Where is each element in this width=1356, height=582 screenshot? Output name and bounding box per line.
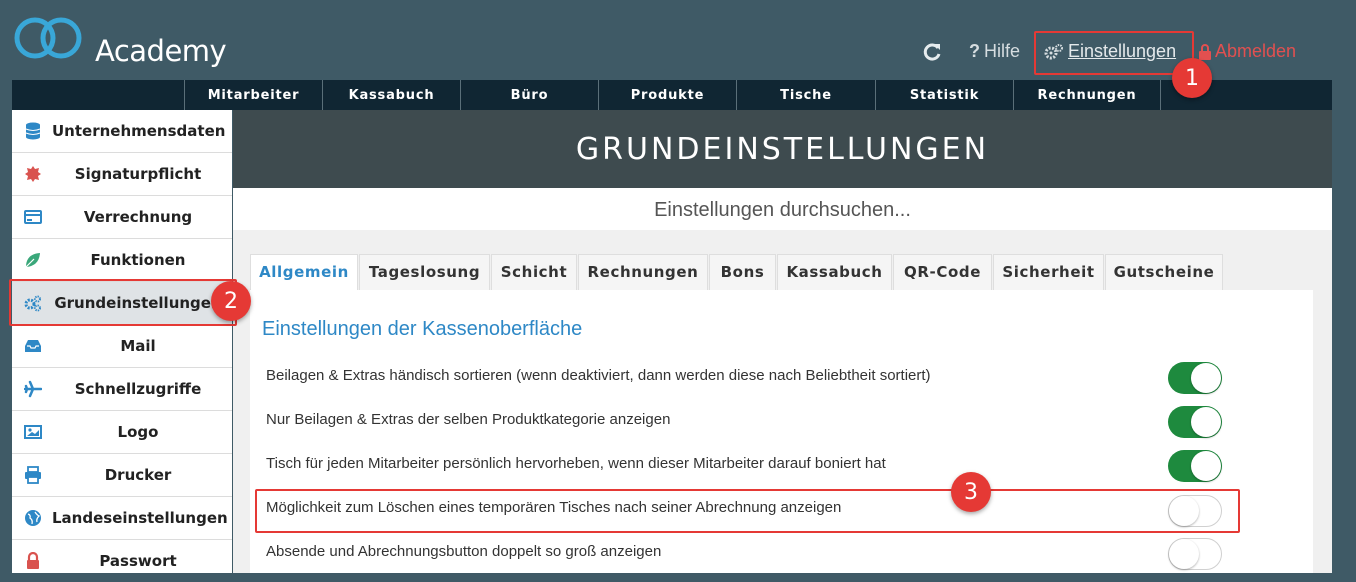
sidebar-item-label: Signaturpflicht bbox=[74, 165, 202, 183]
tab-rechnungen[interactable]: Rechnungen bbox=[578, 254, 708, 290]
setting-toggle[interactable] bbox=[1168, 362, 1222, 394]
sidebar-item-signaturpflicht[interactable]: Signaturpflicht bbox=[12, 153, 232, 196]
toggle-knob bbox=[1169, 539, 1199, 569]
highlight-box-settings bbox=[1034, 31, 1194, 75]
sidebar-item-unternehmensdaten[interactable]: Unternehmensdaten bbox=[12, 110, 232, 153]
tab-kassabuch[interactable]: Kassabuch bbox=[777, 254, 892, 290]
database-icon bbox=[25, 122, 41, 140]
toggle-knob bbox=[1191, 407, 1221, 437]
sidebar-item-schnellzugriffe[interactable]: Schnellzugriffe bbox=[12, 368, 232, 411]
refresh-button[interactable] bbox=[922, 42, 942, 62]
setting-toggle[interactable] bbox=[1168, 406, 1222, 438]
sidebar-item-label: Schnellzugriffe bbox=[74, 380, 202, 398]
help-link[interactable]: ? Hilfe bbox=[969, 41, 1020, 62]
sidebar-item-label: Unternehmensdaten bbox=[52, 122, 226, 140]
setting-label: Absende und Abrechnungsbutton doppelt so… bbox=[266, 543, 662, 560]
page-title-bar: GRUNDEINSTELLUNGEN bbox=[233, 110, 1332, 188]
plane-icon bbox=[24, 380, 42, 398]
credit-card-icon bbox=[24, 210, 42, 224]
sidebar-item-label: Drucker bbox=[104, 466, 172, 484]
tab-tageslosung[interactable]: Tageslosung bbox=[359, 254, 490, 290]
question-icon: ? bbox=[969, 41, 980, 61]
setting-toggle[interactable] bbox=[1168, 450, 1222, 482]
step-badge-2: 2 bbox=[211, 281, 251, 321]
lock-icon bbox=[1199, 43, 1211, 60]
nav-item-mitarbeiter[interactable]: Mitarbeiter bbox=[184, 80, 322, 110]
tab-bons[interactable]: Bons bbox=[709, 254, 776, 290]
image-icon bbox=[24, 425, 42, 439]
sidebar-item-label: Landeseinstellungen bbox=[52, 509, 228, 527]
sidebar-item-label: Funktionen bbox=[90, 251, 186, 269]
main-navbar: Mitarbeiter Kassabuch Büro Produkte Tisc… bbox=[12, 80, 1332, 110]
highlight-box-setting bbox=[255, 489, 1240, 533]
sidebar-item-mail[interactable]: Mail bbox=[12, 325, 232, 368]
tab-sicherheit[interactable]: Sicherheit bbox=[993, 254, 1104, 290]
lock-icon bbox=[27, 552, 39, 569]
app-title: Academy bbox=[95, 34, 227, 68]
toggle-knob bbox=[1191, 363, 1221, 393]
setting-label: Tisch für jeden Mitarbeiter persönlich h… bbox=[266, 455, 886, 472]
setting-label: Beilagen & Extras händisch sortieren (we… bbox=[266, 367, 931, 384]
page-title: GRUNDEINSTELLUNGEN bbox=[575, 132, 990, 167]
sidebar-item-landeseinstellungen[interactable]: Landeseinstellungen bbox=[12, 497, 232, 540]
settings-search-input[interactable]: Einstellungen durchsuchen... bbox=[233, 188, 1332, 230]
nav-item-kassabuch[interactable]: Kassabuch bbox=[322, 80, 460, 110]
nav-item-tische[interactable]: Tische bbox=[736, 80, 875, 110]
globe-icon bbox=[25, 510, 41, 526]
sidebar-item-verrechnung[interactable]: Verrechnung bbox=[12, 196, 232, 239]
nav-item-produkte[interactable]: Produkte bbox=[598, 80, 736, 110]
sidebar-item-drucker[interactable]: Drucker bbox=[12, 454, 232, 497]
academy-logo-icon bbox=[14, 17, 82, 59]
printer-icon bbox=[25, 466, 41, 484]
sidebar-item-label: Verrechnung bbox=[83, 208, 193, 226]
sidebar-item-funktionen[interactable]: Funktionen bbox=[12, 239, 232, 282]
tab-gutscheine[interactable]: Gutscheine bbox=[1105, 254, 1223, 290]
tab-schicht[interactable]: Schicht bbox=[491, 254, 577, 290]
section-title: Einstellungen der Kassenoberfläche bbox=[262, 318, 583, 340]
tab-allgemein[interactable]: Allgemein bbox=[250, 254, 358, 291]
step-badge-1: 1 bbox=[1172, 58, 1212, 98]
setting-toggle[interactable] bbox=[1168, 538, 1222, 570]
sidebar-item-logo[interactable]: Logo bbox=[12, 411, 232, 454]
inbox-icon bbox=[25, 340, 41, 352]
sidebar-item-passwort[interactable]: Passwort bbox=[12, 540, 232, 582]
certificate-icon bbox=[25, 166, 41, 182]
help-label: Hilfe bbox=[984, 41, 1021, 61]
setting-label: Nur Beilagen & Extras der selben Produkt… bbox=[266, 411, 671, 428]
step-badge-3: 3 bbox=[951, 472, 991, 512]
logout-label: Abmelden bbox=[1215, 41, 1297, 61]
tab-qr-code[interactable]: QR-Code bbox=[893, 254, 992, 290]
nav-item-statistik[interactable]: Statistik bbox=[875, 80, 1013, 110]
settings-sidebar: Unternehmensdaten Signaturpflicht Verrec… bbox=[12, 110, 232, 573]
sidebar-item-label: Passwort bbox=[99, 552, 177, 570]
nav-item-rechnungen[interactable]: Rechnungen bbox=[1013, 80, 1161, 110]
leaf-icon bbox=[25, 253, 40, 268]
toggle-knob bbox=[1191, 451, 1221, 481]
refresh-icon bbox=[923, 43, 941, 61]
logout-link[interactable]: Abmelden bbox=[1199, 41, 1296, 62]
highlight-box-sidebar bbox=[9, 279, 237, 326]
sidebar-item-label: Mail bbox=[120, 337, 156, 355]
sidebar-item-label: Logo bbox=[117, 423, 159, 441]
nav-item-buero[interactable]: Büro bbox=[460, 80, 598, 110]
